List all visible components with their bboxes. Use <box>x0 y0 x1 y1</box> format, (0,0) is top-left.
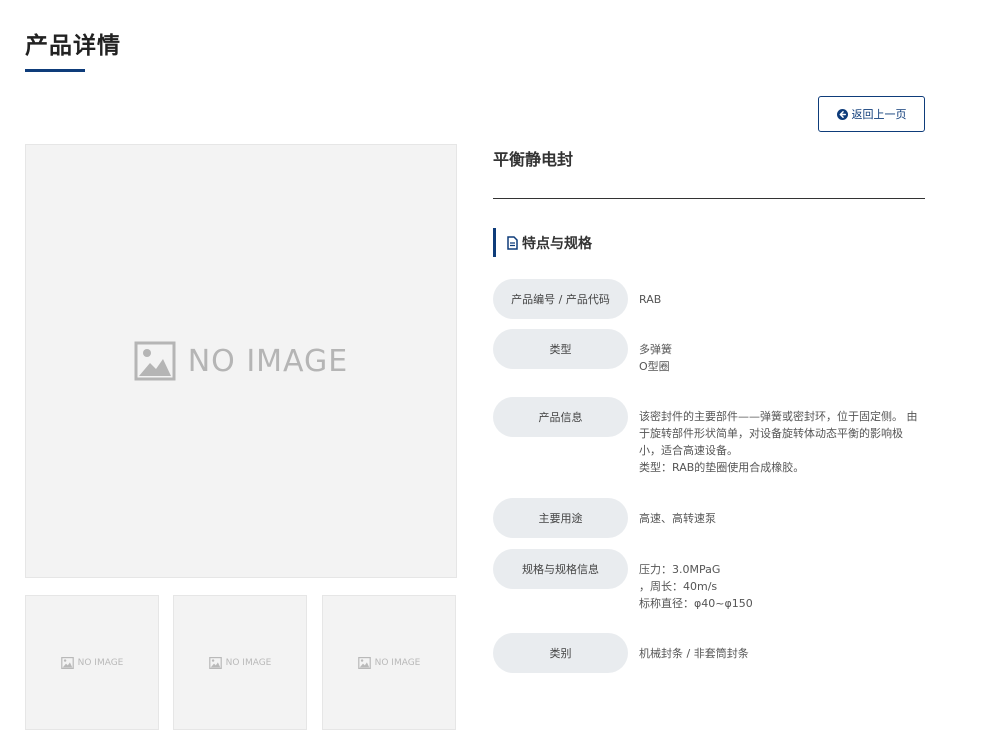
main-product-image: NO IMAGE <box>25 144 457 578</box>
no-image-label: NO IMAGE <box>187 343 349 379</box>
spec-label: 产品信息 <box>493 397 628 437</box>
spec-value: RAB <box>639 293 662 306</box>
spec-value: 该密封件的主要部件——弹簧或密封环，位于固定侧。 由 于旋转部件形状简单，对设备… <box>639 410 918 474</box>
spec-label: 类别 <box>493 633 628 673</box>
page-title: 产品详情 <box>25 33 121 59</box>
no-image-label: NO IMAGE <box>77 657 124 668</box>
thumbnail-3[interactable]: NO IMAGE <box>322 595 456 730</box>
divider <box>493 198 925 199</box>
section-title: 特点与规格 <box>522 235 592 252</box>
thumbnail-2[interactable]: NO IMAGE <box>173 595 307 730</box>
thumbnail-1[interactable]: NO IMAGE <box>25 595 159 730</box>
spec-value: 机械封条 / 非套筒封条 <box>639 647 749 660</box>
image-placeholder-icon <box>134 341 176 381</box>
arrow-circle-left-icon <box>836 108 848 120</box>
section-heading: 特点与规格 <box>493 228 592 257</box>
spec-label: 主要用途 <box>493 498 628 538</box>
spec-label: 规格与规格信息 <box>493 549 628 589</box>
document-icon <box>507 235 518 250</box>
spec-label: 类型 <box>493 329 628 369</box>
no-image-label: NO IMAGE <box>225 657 272 668</box>
no-image-label: NO IMAGE <box>374 657 421 668</box>
back-button[interactable]: 返回上一页 <box>818 96 925 132</box>
title-underline <box>25 69 85 72</box>
image-placeholder-icon <box>208 656 222 669</box>
spec-value: 多弹簧 O型圈 <box>639 343 672 373</box>
spec-label: 产品编号 / 产品代码 <box>493 279 628 319</box>
product-name: 平衡静电封 <box>493 150 574 169</box>
spec-value: 压力：3.0MPaG ，周长：40m/s 标称直径：φ40~φ150 <box>639 563 753 610</box>
image-placeholder-icon <box>60 656 74 669</box>
spec-value: 高速、高转速泵 <box>639 512 716 525</box>
back-button-label: 返回上一页 <box>851 108 907 121</box>
image-placeholder-icon <box>357 656 371 669</box>
